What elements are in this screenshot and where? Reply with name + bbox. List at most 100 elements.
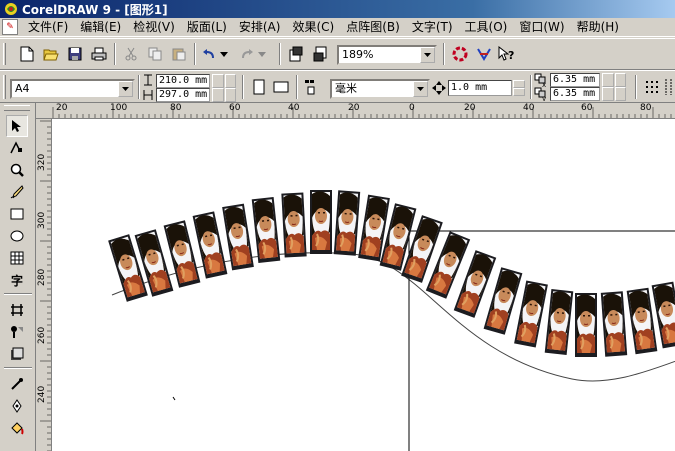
eyedropper-tool-icon[interactable] xyxy=(6,321,28,343)
ruler-label: 60 xyxy=(229,103,241,113)
duplicate-x-spinner[interactable] xyxy=(602,73,626,87)
menu-help[interactable]: 帮助(H) xyxy=(571,19,625,36)
portrait-photo[interactable] xyxy=(482,266,524,336)
duplicate-x-field[interactable]: 6.35 mm xyxy=(550,73,600,87)
vertical-ruler[interactable]: 320 300 280 260 240 xyxy=(36,119,52,451)
portrait-photo[interactable] xyxy=(599,290,629,358)
landscape-orientation-icon[interactable] xyxy=(270,76,292,98)
menu-tools[interactable]: 工具(O) xyxy=(459,19,514,36)
redo-icon[interactable] xyxy=(236,43,258,65)
open-folder-icon[interactable] xyxy=(40,43,62,65)
ruler-label: 100 xyxy=(110,103,128,113)
ruler-label: 0 xyxy=(409,103,415,113)
outline-tool-icon[interactable] xyxy=(6,373,28,395)
graph-paper-tool-icon[interactable] xyxy=(6,247,28,269)
fill-bucket-tool-icon[interactable] xyxy=(6,417,28,439)
drawing-canvas[interactable] xyxy=(52,119,675,451)
menu-arrange[interactable]: 安排(A) xyxy=(233,19,287,36)
toolbox: 字 xyxy=(0,103,36,451)
pick-tool-icon[interactable] xyxy=(6,115,28,137)
portrait-photo[interactable] xyxy=(250,196,282,264)
menu-view[interactable]: 检视(V) xyxy=(127,19,181,36)
portrait-photo[interactable] xyxy=(191,210,229,280)
toolbox-separator xyxy=(4,367,32,369)
portrait-photo[interactable] xyxy=(332,189,362,257)
set-default-page-icon[interactable] xyxy=(300,76,322,98)
menu-effects[interactable]: 效果(C) xyxy=(286,19,340,36)
shape-tool-icon[interactable] xyxy=(6,137,28,159)
nudge-spinner[interactable] xyxy=(513,80,525,96)
menu-edit[interactable]: 编辑(E) xyxy=(74,19,127,36)
units-combo[interactable]: 毫米 xyxy=(330,79,430,99)
portrait-photo[interactable] xyxy=(280,191,308,259)
horizontal-ruler[interactable]: 20 100 80 60 40 20 0 20 40 60 80 xyxy=(36,103,675,119)
chevron-down-icon[interactable] xyxy=(420,47,435,63)
text-tool-icon[interactable]: 字 xyxy=(6,269,28,291)
copy-icon[interactable] xyxy=(144,43,166,65)
ellipse-tool-icon[interactable] xyxy=(6,225,28,247)
snap-to-guidelines-icon[interactable] xyxy=(663,76,675,98)
chevron-down-icon[interactable] xyxy=(413,81,428,97)
cut-icon[interactable] xyxy=(120,43,142,65)
export-icon[interactable] xyxy=(309,43,331,65)
page-width-spinner[interactable] xyxy=(212,74,236,88)
ruler-label: 80 xyxy=(640,103,652,113)
portrait-photo[interactable] xyxy=(309,189,333,255)
nudge-field[interactable]: 1.0 mm xyxy=(448,80,512,96)
rectangle-tool-icon[interactable] xyxy=(6,203,28,225)
duplicate-y-icon: y xyxy=(534,87,546,101)
redo-dropdown-icon[interactable] xyxy=(256,43,268,65)
snap-to-grid-icon[interactable] xyxy=(641,76,663,98)
new-document-icon[interactable] xyxy=(16,43,38,65)
toolbar-separator xyxy=(635,75,637,99)
menu-bitmaps[interactable]: 点阵图(B) xyxy=(340,19,406,36)
toolbar-separator xyxy=(279,43,281,65)
toolbar-grip[interactable] xyxy=(3,75,6,99)
menu-text[interactable]: 文字(T) xyxy=(406,19,459,36)
menu-file[interactable]: 文件(F) xyxy=(22,19,74,36)
import-icon[interactable] xyxy=(285,43,307,65)
menu-window[interactable]: 窗口(W) xyxy=(513,19,570,36)
pen-outline-tool-icon[interactable] xyxy=(6,395,28,417)
save-icon[interactable] xyxy=(64,43,86,65)
page-height-field[interactable]: 297.0 mm xyxy=(156,88,210,102)
freehand-tool-icon[interactable] xyxy=(6,181,28,203)
portrait-photo[interactable] xyxy=(574,292,598,358)
paper-size-combo[interactable]: A4 xyxy=(10,79,135,99)
page-width-field[interactable]: 210.0 mm xyxy=(156,74,210,88)
portrait-photo[interactable] xyxy=(625,286,659,356)
duplicate-y-spinner[interactable] xyxy=(602,87,626,101)
whats-this-help-icon[interactable]: ? xyxy=(495,43,517,65)
toolbar-separator xyxy=(296,75,298,99)
toolbar-separator xyxy=(138,75,140,99)
toolbar-grip[interactable] xyxy=(3,43,6,65)
ruler-label: 40 xyxy=(288,103,300,113)
page-height-spinner[interactable] xyxy=(212,88,236,102)
zoom-tool-icon[interactable] xyxy=(6,159,28,181)
undo-dropdown-icon[interactable] xyxy=(218,43,230,65)
portrait-photo[interactable] xyxy=(513,279,549,349)
application-launcher-icon[interactable] xyxy=(449,43,471,65)
ruler-label: 80 xyxy=(170,103,182,113)
chevron-down-icon[interactable] xyxy=(118,81,133,97)
print-icon[interactable] xyxy=(88,43,110,65)
toolbox-grip[interactable] xyxy=(4,105,30,111)
document-system-menu-icon[interactable]: ✎ xyxy=(2,19,18,35)
toolbar-separator xyxy=(194,43,196,65)
units-value: 毫米 xyxy=(335,82,357,95)
interactive-fill-tool-icon[interactable] xyxy=(6,343,28,365)
ruler-label: 20 xyxy=(348,103,360,113)
portrait-orientation-icon[interactable] xyxy=(248,76,270,98)
toolbar-separator xyxy=(530,75,532,99)
duplicate-y-field[interactable]: 6.35 mm xyxy=(550,87,600,101)
menu-layout[interactable]: 版面(L) xyxy=(181,19,233,36)
toolbar-separator xyxy=(443,43,445,65)
corel-online-icon[interactable] xyxy=(473,43,495,65)
toolbar-separator xyxy=(242,75,244,99)
portrait-photo[interactable] xyxy=(221,202,255,272)
portrait-photo[interactable] xyxy=(543,288,575,356)
paste-icon[interactable] xyxy=(168,43,190,65)
undo-icon[interactable] xyxy=(198,43,220,65)
zoom-level-combo[interactable]: 189% xyxy=(337,45,437,65)
interactive-blend-tool-icon[interactable] xyxy=(6,299,28,321)
